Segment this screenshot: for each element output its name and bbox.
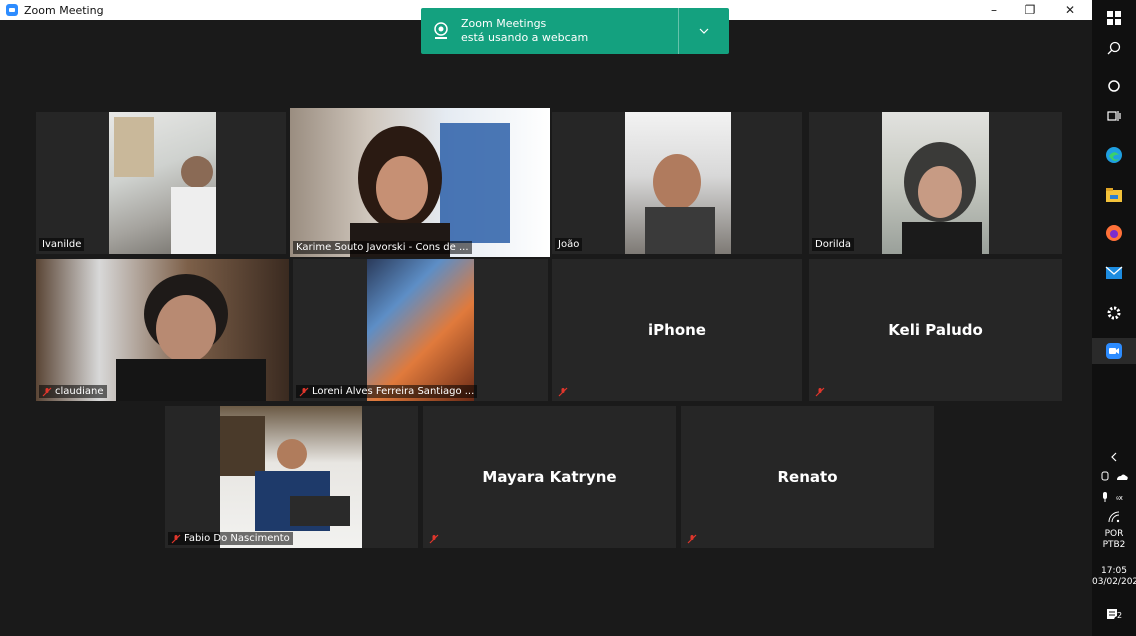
clock-time: 17:05 bbox=[1101, 566, 1127, 576]
notification-body: está usando a webcam bbox=[461, 31, 589, 44]
task-view-icon bbox=[1107, 111, 1121, 121]
file-explorer-button[interactable] bbox=[1092, 184, 1136, 206]
person-silhouette bbox=[645, 154, 715, 254]
keyboard-layout: PTB2 bbox=[1102, 540, 1126, 550]
zoom-icon bbox=[1106, 343, 1122, 359]
person-silhouette bbox=[114, 117, 216, 254]
muted-mic-icon bbox=[815, 387, 825, 397]
participant-name-label bbox=[684, 533, 700, 545]
participant-video bbox=[367, 259, 474, 401]
participant-tile-renato[interactable]: Renato bbox=[681, 406, 934, 548]
participant-name-label: Karime Souto Javorski - Cons de ... bbox=[293, 241, 472, 254]
person-silhouette bbox=[350, 123, 510, 257]
participant-tile-ivanilde[interactable]: Ivanilde bbox=[36, 112, 286, 254]
person-silhouette bbox=[220, 416, 350, 531]
notification-text: Zoom Meetings está usando a webcam bbox=[461, 17, 678, 45]
zoom-taskbar-button[interactable] bbox=[1092, 338, 1136, 364]
start-icon bbox=[1107, 11, 1121, 25]
edge-button[interactable] bbox=[1092, 144, 1136, 166]
person-silhouette bbox=[116, 274, 266, 401]
window-title: Zoom Meeting bbox=[24, 3, 104, 17]
muted-mic-icon bbox=[429, 534, 439, 544]
notification-title: Zoom Meetings bbox=[461, 17, 547, 30]
minimize-button[interactable]: – bbox=[976, 0, 1012, 20]
show-hidden-icons-button[interactable] bbox=[1092, 450, 1136, 464]
participant-name-label bbox=[555, 386, 571, 398]
notification-count: 2 bbox=[1117, 611, 1123, 620]
muted-mic-icon bbox=[558, 387, 568, 397]
participant-name-label: Ivanilde bbox=[39, 238, 85, 251]
svg-text:₉x: ₉x bbox=[1116, 494, 1123, 502]
participant-name-label: Loreni Alves Ferreira Santiago ... bbox=[296, 385, 478, 398]
participant-video bbox=[882, 112, 989, 254]
mail-icon bbox=[1105, 266, 1123, 279]
participant-name-label: claudiane bbox=[39, 385, 107, 398]
search-icon bbox=[1107, 41, 1121, 55]
microphone-tray-icon[interactable]: ₉x bbox=[1099, 491, 1129, 503]
participant-video bbox=[109, 112, 216, 254]
muted-mic-icon bbox=[171, 534, 181, 543]
participant-tile-joao[interactable]: João bbox=[552, 112, 802, 254]
participant-tile-loreni[interactable]: Loreni Alves Ferreira Santiago ... bbox=[293, 259, 548, 401]
participant-name-label: Fabio Do Nascimento bbox=[168, 532, 293, 545]
participant-tile-claudiane[interactable]: claudiane bbox=[36, 259, 289, 401]
participant-display-name: Mayara Katryne bbox=[482, 468, 617, 486]
search-button[interactable] bbox=[1092, 38, 1136, 58]
task-view-button[interactable] bbox=[1092, 106, 1136, 126]
cortana-button[interactable] bbox=[1092, 76, 1136, 96]
participant-tile-keli-paludo[interactable]: Keli Paludo bbox=[809, 259, 1062, 401]
muted-mic-icon bbox=[42, 387, 52, 396]
participant-display-name: Renato bbox=[777, 468, 838, 486]
webcam-notification[interactable]: Zoom Meetings está usando a webcam bbox=[421, 8, 729, 54]
chevron-left-icon bbox=[1111, 452, 1117, 462]
participant-tile-iphone[interactable]: iPhone bbox=[552, 259, 802, 401]
zoom-window: Zoom Meeting – ❐ ✕ Ivanilde Karime Souto… bbox=[0, 0, 1092, 636]
settings-button[interactable] bbox=[1092, 302, 1136, 324]
zoom-app-icon bbox=[6, 4, 18, 16]
gear-icon bbox=[1107, 306, 1121, 320]
clock-button[interactable]: 17:05 03/02/202 bbox=[1092, 566, 1136, 588]
participant-name-label: João bbox=[555, 238, 583, 251]
edge-icon bbox=[1106, 147, 1122, 163]
participant-tile-karime[interactable]: Karime Souto Javorski - Cons de ... bbox=[290, 108, 550, 257]
gallery-view: Ivanilde Karime Souto Javorski - Cons de… bbox=[6, 20, 1090, 634]
participant-name-label: Dorilda bbox=[812, 238, 854, 251]
webcam-tray-icon[interactable] bbox=[1099, 471, 1129, 483]
participant-tile-mayara-katryne[interactable]: Mayara Katryne bbox=[423, 406, 676, 548]
webcam-icon bbox=[434, 22, 448, 39]
participant-video bbox=[220, 406, 362, 548]
participant-name-label bbox=[812, 386, 828, 398]
close-button[interactable]: ✕ bbox=[1052, 0, 1088, 20]
firefox-icon bbox=[1106, 225, 1122, 241]
tray-row-1 bbox=[1092, 470, 1136, 484]
participant-tile-fabio[interactable]: Fabio Do Nascimento bbox=[165, 406, 418, 548]
person-silhouette bbox=[902, 142, 982, 254]
restore-button[interactable]: ❐ bbox=[1012, 0, 1048, 20]
network-tray-button[interactable] bbox=[1092, 510, 1136, 524]
participant-tile-dorilda[interactable]: Dorilda bbox=[809, 112, 1062, 254]
windows-taskbar: ₉x POR PTB2 17:05 03/02/202 2 bbox=[1092, 0, 1136, 636]
firefox-button[interactable] bbox=[1092, 222, 1136, 244]
input-language-button[interactable]: POR PTB2 bbox=[1092, 529, 1136, 551]
notification-expand-button[interactable] bbox=[679, 28, 729, 34]
participant-video bbox=[625, 112, 731, 254]
file-explorer-icon bbox=[1106, 188, 1122, 202]
start-button[interactable] bbox=[1092, 8, 1136, 28]
mail-button[interactable] bbox=[1092, 262, 1136, 284]
participant-display-name: iPhone bbox=[648, 321, 706, 339]
participant-name-label bbox=[426, 533, 442, 545]
muted-mic-icon bbox=[687, 534, 697, 544]
chevron-down-icon bbox=[699, 28, 709, 34]
cortana-icon bbox=[1108, 80, 1120, 92]
participant-display-name: Keli Paludo bbox=[888, 321, 983, 339]
tray-row-2: ₉x bbox=[1092, 490, 1136, 504]
muted-mic-icon bbox=[299, 387, 309, 396]
participant-video bbox=[290, 108, 550, 257]
language-code: POR bbox=[1104, 529, 1124, 539]
participant-video bbox=[36, 259, 289, 401]
clock-date: 03/02/202 bbox=[1092, 577, 1136, 587]
action-center-button[interactable]: 2 bbox=[1092, 606, 1136, 626]
wifi-icon bbox=[1108, 511, 1120, 523]
